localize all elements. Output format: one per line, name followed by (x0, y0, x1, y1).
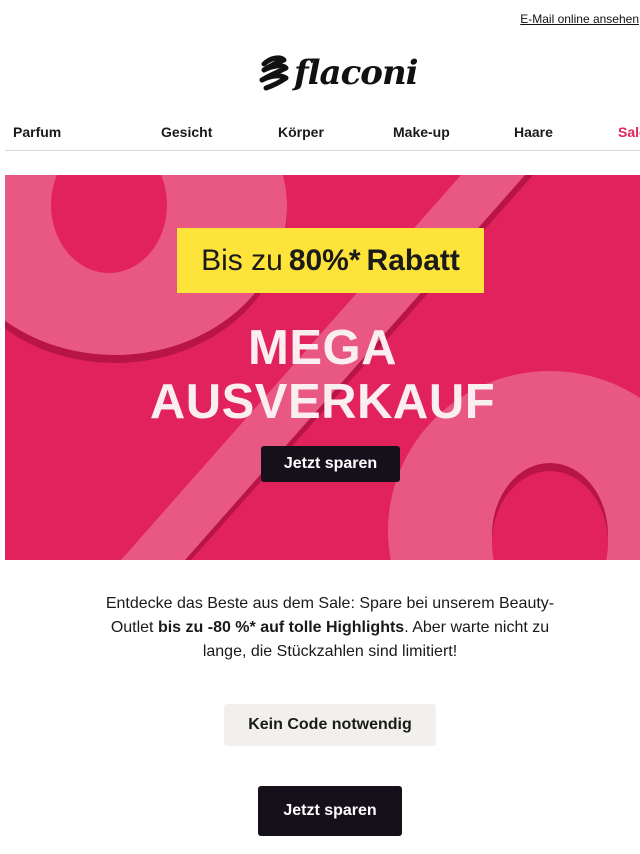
nav-item-parfum[interactable]: Parfum (13, 124, 61, 140)
badge-prefix: Bis zu (201, 243, 283, 277)
sale-hero-banner[interactable]: Bis zu 80%* Rabatt MEGA AUSVERKAUF Jetzt… (5, 175, 640, 560)
discount-badge: Bis zu 80%* Rabatt (177, 228, 484, 293)
view-online-link[interactable]: E-Mail online ansehen (520, 12, 639, 26)
flaconi-scribble-icon (259, 55, 289, 91)
intro-text-highlight: bis zu -80 %* auf tolle Highlights (157, 619, 405, 636)
badge-value: 80%* (288, 243, 361, 277)
nav-item-haare[interactable]: Haare (514, 124, 553, 140)
logo-wordmark: flaconi (294, 53, 419, 93)
save-now-button[interactable]: Jetzt sparen (258, 786, 402, 836)
hero-cta-button[interactable]: Jetzt sparen (261, 446, 400, 482)
no-code-needed-badge: Kein Code notwendig (224, 704, 436, 746)
nav-item-sale[interactable]: Sale (618, 124, 640, 140)
hero-title-line2: AUSVERKAUF (149, 375, 496, 429)
nav-item-koerper[interactable]: Körper (278, 124, 324, 140)
intro-text: Entdecke das Beste aus dem Sale: Spare b… (95, 592, 565, 664)
category-nav: Parfum Gesicht Körper Make-up Haare Sale (5, 112, 640, 151)
hero-title-line1: MEGA (248, 321, 397, 375)
nav-item-gesicht[interactable]: Gesicht (161, 124, 212, 140)
nav-item-make-up[interactable]: Make-up (393, 124, 450, 140)
flaconi-logo[interactable]: flaconi (258, 53, 419, 93)
email-page: E-Mail online ansehen flaconi Parfum Ges… (0, 0, 640, 854)
badge-suffix: Rabatt (366, 243, 460, 277)
